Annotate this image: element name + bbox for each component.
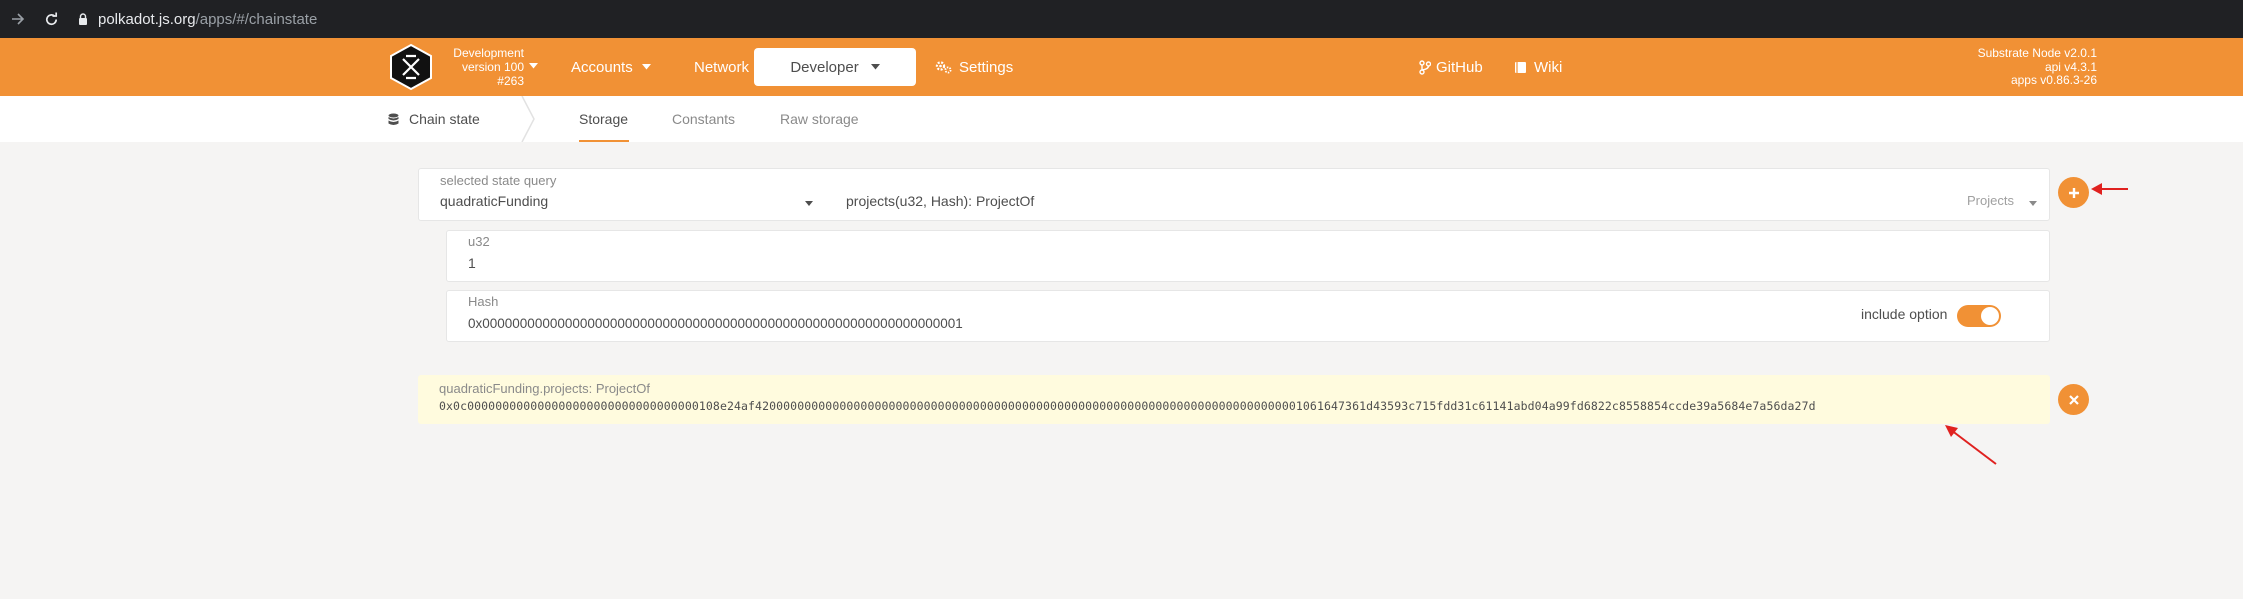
annotation-overlay [1945, 183, 2128, 465]
arrow-annotation-icon [1945, 425, 1997, 465]
arrow-annotation-icon [2091, 183, 2128, 195]
